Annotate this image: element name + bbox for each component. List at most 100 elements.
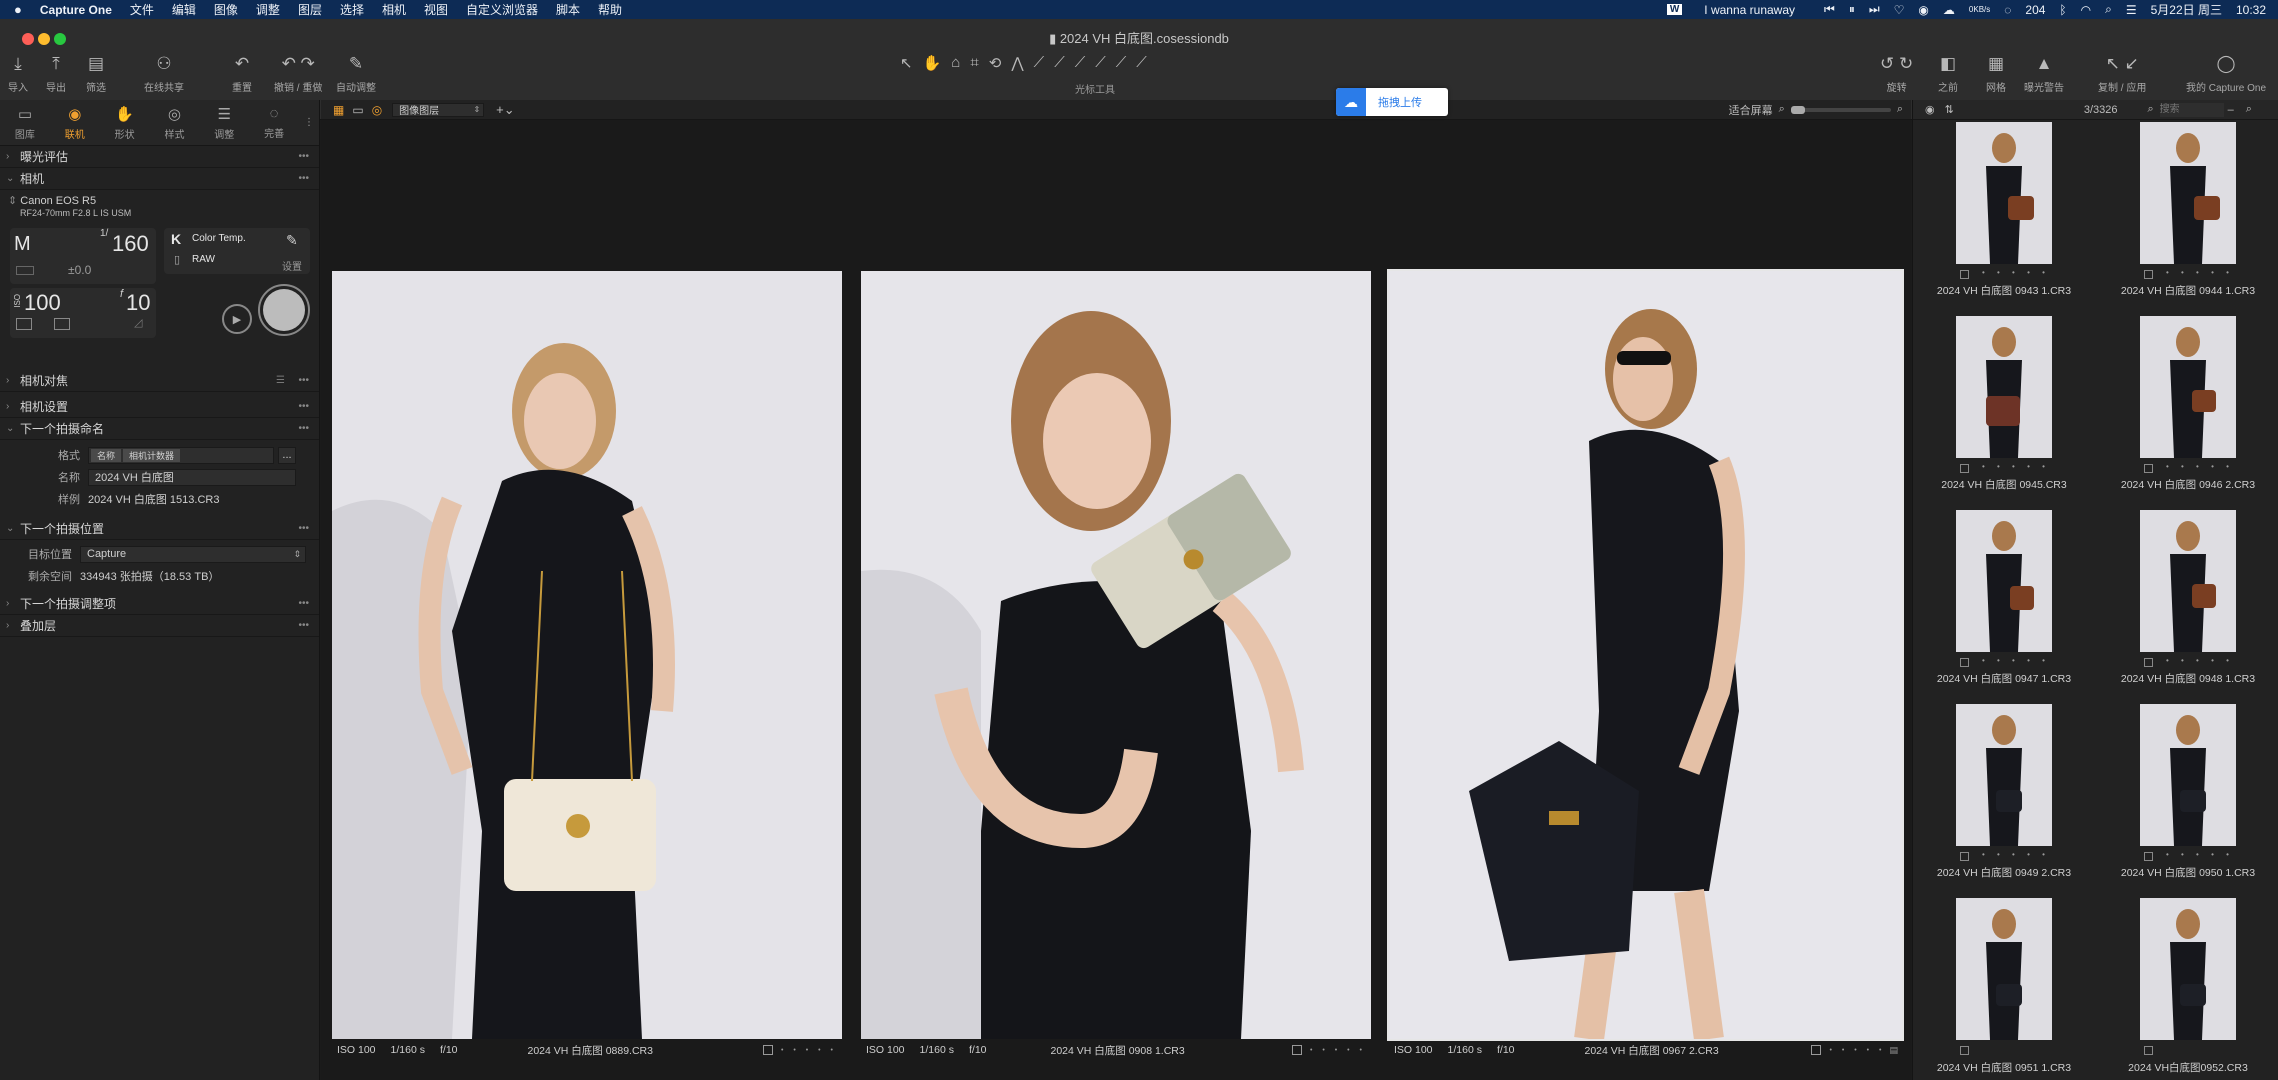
thumb-checkbox[interactable] [2144, 1046, 2153, 1055]
tab-refine[interactable]: ◌ 完善 [249, 100, 299, 145]
filter-button[interactable]: ▤ 筛选 [86, 53, 106, 94]
thumb-checkbox[interactable] [2144, 852, 2153, 861]
thumbnail-10[interactable] [2140, 898, 2236, 1040]
capture-button[interactable] [258, 284, 310, 336]
aperture-value[interactable]: 10 [126, 290, 150, 316]
format-field[interactable]: 名称 相机计数器 [88, 446, 274, 464]
clear-icon[interactable]: – [2228, 104, 2234, 116]
section-overlay[interactable]: › 叠加层 ••• [0, 615, 319, 637]
shutter-speed[interactable]: 160 [112, 231, 149, 257]
thumb-rating-dots[interactable]: • • • • • [2166, 462, 2234, 471]
tab-shape[interactable]: ✋ 形状 [100, 100, 150, 145]
menu-image[interactable]: 图像 [205, 1, 247, 18]
more-icon[interactable]: ••• [298, 598, 309, 609]
rating-dots[interactable]: • • • • • [1310, 1047, 1366, 1054]
thumb-checkbox[interactable] [1960, 658, 1969, 667]
rating-dots[interactable]: • • • • • [1829, 1047, 1885, 1054]
thumb-checkbox[interactable] [2144, 464, 2153, 473]
section-adjustments[interactable]: › 下一个拍摄调整项 ••• [0, 593, 319, 615]
tab-style[interactable]: ◎ 样式 [150, 100, 200, 145]
thumb-rating-dots[interactable]: • • • • • [1982, 850, 2050, 859]
chat-icon[interactable]: ◌ [1997, 3, 2018, 17]
now-playing-title[interactable]: I wanna runaway [1682, 3, 1817, 17]
metadata-icon[interactable]: ▤ [1889, 1045, 1898, 1056]
export-button[interactable]: ⤒ 导出 [46, 53, 66, 94]
section-settings[interactable]: › 相机设置 ••• [0, 396, 319, 418]
apple-icon[interactable]: ● [0, 2, 31, 17]
menu-custom-browser[interactable]: 自定义浏览器 [457, 1, 547, 18]
zoom-slider[interactable] [1790, 105, 1891, 114]
format-more-button[interactable]: ... [278, 446, 296, 464]
single-view-icon[interactable]: ▭ [352, 103, 363, 117]
exposure-warning-button[interactable]: ▲ 曝光警告 [2024, 53, 2064, 94]
white-balance-value[interactable]: Color Temp. [192, 233, 246, 244]
cloud-icon[interactable]: ☁ [1936, 3, 1962, 17]
multi-view-icon[interactable]: ◎ [372, 103, 382, 117]
metering-icon[interactable] [16, 318, 32, 330]
menu-layer[interactable]: 图层 [289, 1, 331, 18]
thumb-checkbox[interactable] [1960, 852, 1969, 861]
focus-point-icon[interactable] [54, 318, 70, 330]
list-icon[interactable]: ☰ [276, 375, 285, 386]
viewer-photo-2[interactable] [861, 271, 1371, 1039]
w-app-icon[interactable]: W [1666, 4, 1683, 15]
heal-tool-icon[interactable]: ⟋ [1054, 54, 1065, 72]
select-tool-icon[interactable]: ↖ [900, 54, 913, 72]
zoom-in-icon[interactable]: ⌕ [1897, 103, 1903, 116]
more-icon[interactable]: ••• [298, 523, 309, 534]
zoom-icon[interactable]: ⌕ [2246, 103, 2252, 116]
heart-icon[interactable]: ♡ [1887, 3, 1912, 17]
section-location[interactable]: ⌄ 下一个拍摄位置 ••• [0, 518, 319, 540]
brush-tool-icon[interactable]: ⟋ [1095, 54, 1106, 72]
drive-mode-icon[interactable]: ◿ [134, 316, 142, 329]
eyedropper-icon[interactable]: ✎ [286, 232, 298, 249]
target-select[interactable]: Capture ⇕ [80, 545, 306, 563]
more-icon[interactable]: ••• [298, 620, 309, 631]
thumbnail-2[interactable] [2140, 122, 2236, 264]
share-button[interactable]: ⚇ 在线共享 [144, 53, 184, 94]
previous-track-icon[interactable]: ⏮ [1817, 2, 1842, 17]
thumb-checkbox[interactable] [2144, 658, 2153, 667]
more-icon[interactable]: ••• [298, 401, 309, 412]
menu-camera[interactable]: 相机 [373, 1, 415, 18]
search-input[interactable] [2159, 102, 2224, 117]
netease-icon[interactable]: ◉ [1911, 3, 1935, 17]
pause-icon[interactable]: ⏸ [1842, 2, 1862, 17]
grid-button[interactable]: ▦ 网格 [1986, 53, 2006, 94]
undo-redo-button[interactable]: ↶ ↷ 撤销 / 重做 [274, 53, 322, 94]
format-token-name[interactable]: 名称 [91, 448, 122, 462]
zoom-out-icon[interactable]: ⌕ [1779, 103, 1785, 116]
iso-value[interactable]: 100 [24, 290, 61, 316]
add-layer-icon[interactable]: +⌄ [496, 102, 514, 118]
menu-view[interactable]: 视图 [415, 1, 457, 18]
before-button[interactable]: ◧ 之前 [1938, 53, 1958, 94]
account-button[interactable]: ◯ 我的 Capture One [2186, 53, 2266, 94]
thumb-checkbox[interactable] [1960, 464, 1969, 473]
more-icon[interactable]: ••• [298, 173, 309, 184]
menu-adjust[interactable]: 调整 [247, 1, 289, 18]
settings-label[interactable]: 设置 [282, 258, 302, 273]
zoom-slider-knob[interactable] [1790, 105, 1805, 114]
auto-adjust-button[interactable]: ✎ 自动调整 [336, 53, 376, 94]
loupe-tool-icon[interactable]: ⌂ [951, 54, 960, 72]
eraser-tool-icon[interactable]: ⟋ [1116, 54, 1127, 72]
menu-file[interactable]: 文件 [121, 1, 163, 18]
menu-help[interactable]: 帮助 [589, 1, 631, 18]
format-token-counter[interactable]: 相机计数器 [123, 448, 181, 462]
copy-apply-button[interactable]: ↖ ↙ 复制 / 应用 [2098, 53, 2146, 94]
viewer-photo-3[interactable] [1387, 269, 1904, 1041]
crop-tool-icon[interactable]: ⌗ [970, 54, 978, 72]
thumb-rating-dots[interactable]: • • • • • [2166, 656, 2234, 665]
picker-tool-icon[interactable]: ⟋ [1034, 54, 1045, 72]
thumbnail-9[interactable] [1956, 898, 2052, 1040]
section-naming[interactable]: ⌄ 下一个拍摄命名 ••• [0, 418, 319, 440]
thumbnail-6[interactable] [2140, 510, 2236, 652]
thumbnail-8[interactable] [2140, 704, 2236, 846]
tab-library[interactable]: ▭ 图库 [0, 100, 50, 145]
tab-tether[interactable]: ◉ 联机 [50, 100, 100, 145]
more-icon[interactable]: ••• [298, 423, 309, 434]
pan-tool-icon[interactable]: ✋ [923, 54, 942, 72]
notification-count[interactable]: 204 [2018, 3, 2052, 17]
import-button[interactable]: ⤓ 导入 [8, 53, 28, 94]
thumbnail-1[interactable] [1956, 122, 2052, 264]
